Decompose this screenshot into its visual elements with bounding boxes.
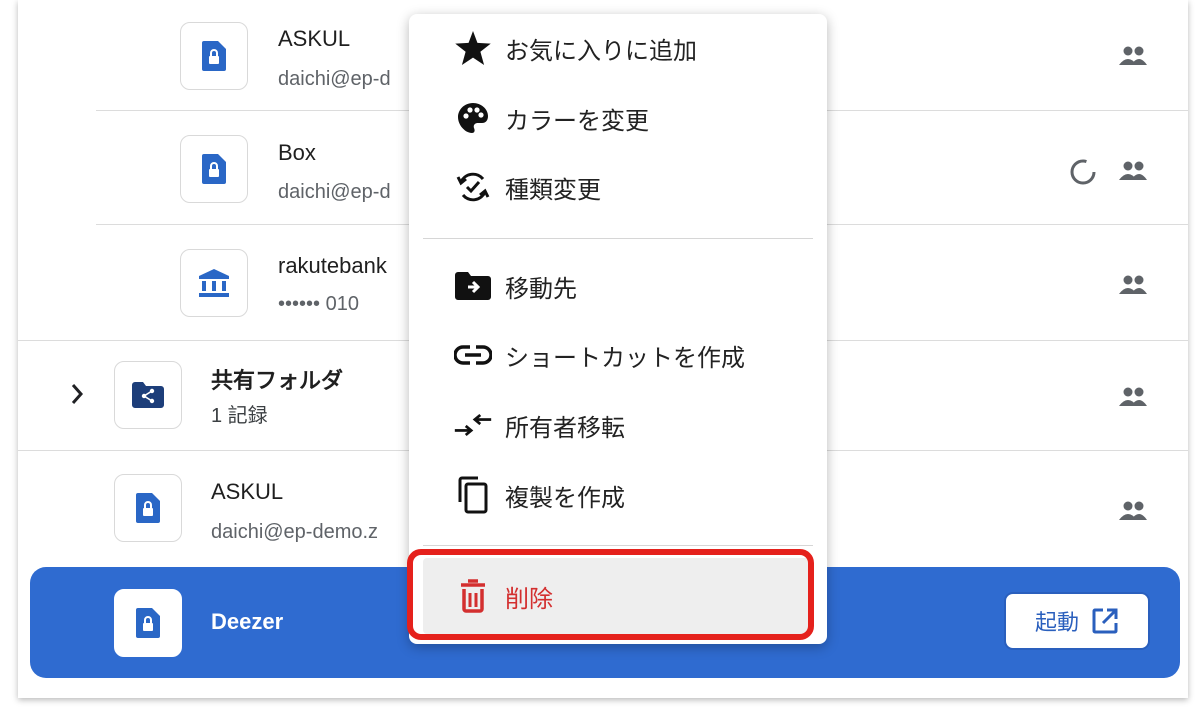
record-subtitle: daichi@ep-d [278, 181, 391, 203]
record-subtitle: daichi@ep-d [278, 68, 391, 90]
record-subtitle: •••••• 010 [278, 293, 359, 315]
shared-people-icon [1119, 275, 1147, 294]
palette-icon [453, 98, 493, 138]
menu-item-change-color[interactable]: カラーを変更 [409, 88, 827, 148]
change-type-icon [453, 167, 493, 207]
menu-item-label: ショートカットを作成 [505, 344, 745, 372]
record-tile [180, 249, 248, 317]
shared-people-icon [1119, 387, 1147, 406]
record-tile [180, 22, 248, 90]
menu-item-duplicate[interactable]: 複製を作成 [409, 465, 827, 525]
menu-item-label: 種類変更 [505, 176, 601, 204]
record-subtitle: 1 記録 [211, 405, 268, 427]
menu-item-label: 移動先 [505, 275, 577, 303]
menu-item-transfer-owner[interactable]: 所有者移転 [409, 395, 827, 455]
lock-doc-icon [136, 493, 160, 523]
shared-people-icon [1119, 46, 1147, 65]
chevron-right-icon[interactable] [70, 383, 84, 405]
move-to-folder-icon [453, 266, 493, 306]
record-tile [114, 474, 182, 542]
record-tile [180, 135, 248, 203]
loading-spinner-icon [1070, 159, 1096, 185]
open-external-icon [1092, 608, 1118, 634]
record-tile [114, 361, 182, 429]
menu-item-label: お気に入りに追加 [505, 37, 697, 65]
shared-folder-icon [132, 382, 164, 408]
lock-doc-icon [202, 41, 226, 71]
menu-item-label: カラーを変更 [505, 107, 649, 135]
record-name: 共有フォルダ [211, 368, 344, 393]
selected-record-name: Deezer [211, 609, 284, 634]
record-name: rakutebank [278, 253, 387, 278]
menu-item-change-type[interactable]: 種類変更 [409, 157, 827, 217]
copy-icon [453, 475, 493, 515]
record-name: ASKUL [278, 26, 351, 51]
menu-divider [423, 238, 813, 239]
lock-doc-icon [136, 608, 160, 638]
record-name: Box [278, 140, 316, 165]
shared-people-icon [1119, 161, 1147, 180]
launch-label: 起動 [1034, 610, 1079, 635]
bank-icon [199, 269, 229, 297]
menu-divider [423, 545, 813, 546]
shared-people-icon [1119, 501, 1147, 520]
menu-item-add-favorite[interactable]: お気に入りに追加 [409, 18, 827, 78]
menu-item-move-to[interactable]: 移動先 [409, 256, 827, 316]
record-name: ASKUL [211, 479, 284, 504]
highlight-outline [407, 549, 814, 640]
transfer-icon [453, 405, 493, 445]
lock-doc-icon [202, 154, 226, 184]
launch-button[interactable]: 起動 [1004, 592, 1150, 650]
menu-item-label: 所有者移転 [505, 414, 625, 442]
menu-item-create-shortcut[interactable]: ショートカットを作成 [409, 325, 827, 385]
record-tile [114, 589, 182, 657]
record-subtitle: daichi@ep-demo.z [211, 521, 379, 543]
menu-item-label: 複製を作成 [505, 484, 625, 512]
link-icon [453, 335, 493, 375]
star-icon [453, 28, 493, 68]
